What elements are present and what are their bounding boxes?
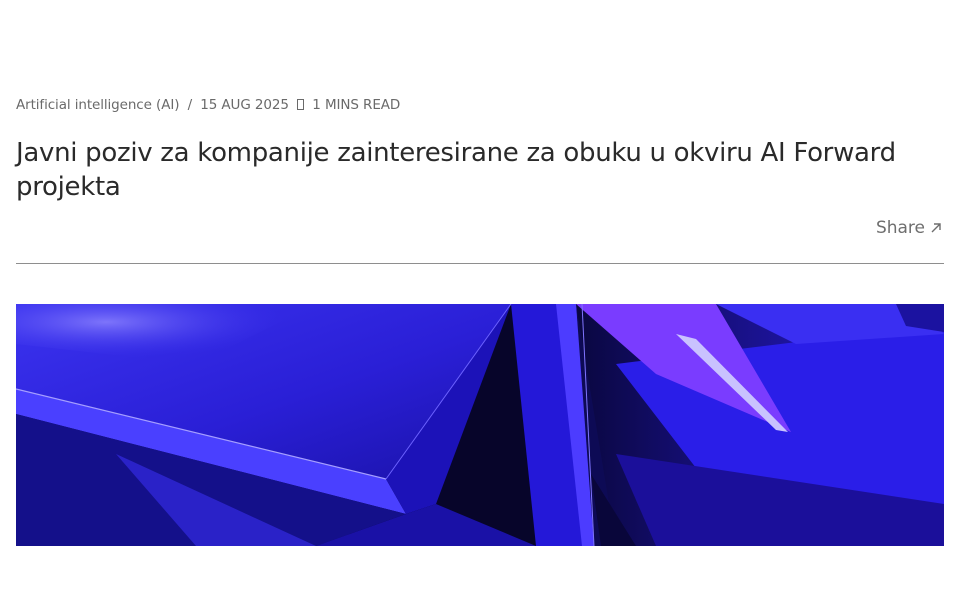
article-date: 15 AUG 2025 [200, 97, 289, 113]
share-label: Share [875, 218, 925, 238]
meta-separator: / [187, 97, 193, 113]
arrow-up-right-icon [930, 222, 942, 234]
article-page: Artificial intelligence (AI) / 15 AUG 20… [0, 0, 960, 600]
clock-icon [297, 99, 305, 110]
share-button[interactable]: Share [876, 218, 942, 238]
article-meta: Artificial intelligence (AI) / 15 AUG 20… [16, 97, 400, 113]
article-read-time: 1 MINS READ [312, 97, 401, 113]
hero-image [16, 304, 944, 546]
article-title: Javni poziv za kompanije zainteresirane … [16, 138, 896, 202]
header-divider [16, 263, 944, 264]
article-category[interactable]: Artificial intelligence (AI) [16, 97, 179, 113]
